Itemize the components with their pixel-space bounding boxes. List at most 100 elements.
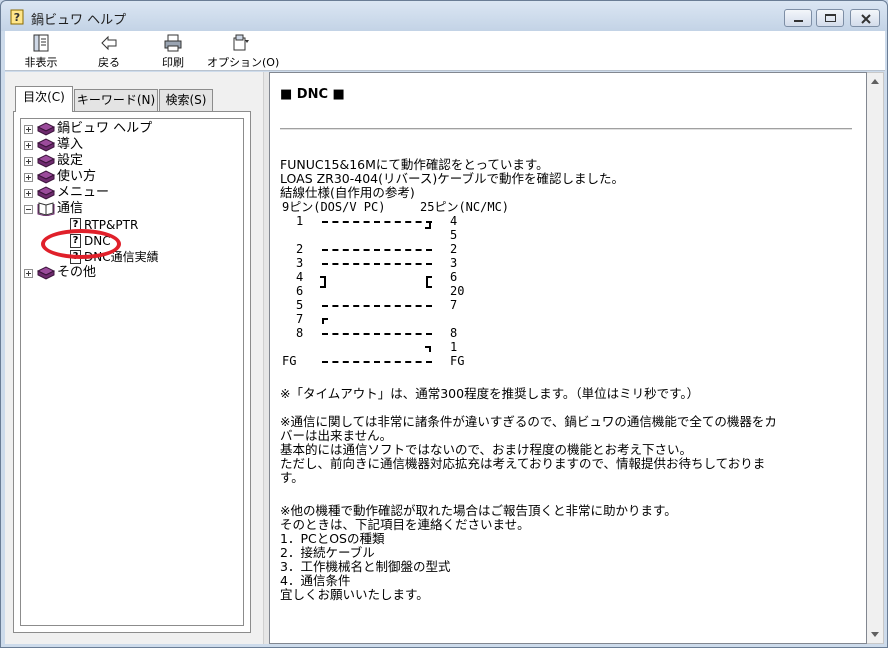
help-question-icon: ? bbox=[10, 9, 24, 25]
jumper-bracket bbox=[320, 276, 326, 288]
pin-label: 5 bbox=[296, 298, 304, 312]
collapse-icon[interactable] bbox=[24, 205, 33, 214]
pin-header-left: 9ピン(DOS/V PC) bbox=[282, 200, 386, 214]
tree-item-label: 通信 bbox=[57, 201, 84, 216]
hide-pane-icon bbox=[33, 34, 49, 52]
comm-note-line: バーは出来ません。 bbox=[280, 428, 393, 443]
topic-heading: ■ DNC ■ bbox=[280, 87, 345, 102]
window-title: 鍋ビュワ ヘルプ bbox=[31, 13, 127, 28]
tree-item-label: その他 bbox=[57, 265, 97, 280]
wire-line bbox=[322, 361, 432, 363]
tab-contents[interactable]: 目次(C) bbox=[15, 86, 73, 112]
book-closed-icon bbox=[37, 138, 55, 152]
wire-line bbox=[322, 249, 432, 251]
wire-line bbox=[322, 333, 432, 335]
pin-label: 7 bbox=[296, 312, 304, 326]
pin-label: 3 bbox=[450, 256, 458, 270]
scroll-up-icon[interactable] bbox=[871, 79, 879, 84]
comm-note-line: ※通信に関しては非常に諸条件が違いすぎるので、鍋ビュワの通信機能で全ての機器をカ bbox=[280, 414, 777, 429]
report-note-line: 宜しくお願いいたします。 bbox=[280, 587, 429, 602]
back-arrow-icon bbox=[101, 35, 117, 51]
pin-label: 2 bbox=[450, 242, 458, 256]
book-closed-icon bbox=[37, 154, 55, 168]
print-button[interactable]: 印刷 bbox=[155, 34, 191, 70]
expand-icon[interactable] bbox=[24, 141, 33, 150]
book-closed-icon bbox=[37, 186, 55, 200]
maximize-icon bbox=[825, 14, 836, 22]
hide-button-label: 非表示 bbox=[24, 56, 58, 69]
jumper-bracket bbox=[426, 276, 432, 288]
intro-line: 結線仕様(自作用の参考) bbox=[280, 185, 415, 200]
contents-tree: 鍋ビュワ ヘルプ 導入 設定 使い方 メニュー 通信 ? RTP&PTR ? D… bbox=[20, 118, 244, 626]
contents-panel: 鍋ビュワ ヘルプ 導入 設定 使い方 メニュー 通信 ? RTP&PTR ? D… bbox=[13, 111, 251, 633]
scroll-down-icon[interactable] bbox=[871, 632, 879, 637]
close-icon bbox=[861, 14, 871, 24]
tree-item-label: 使い方 bbox=[57, 169, 97, 184]
wire-line bbox=[322, 263, 432, 265]
pin-label: 1 bbox=[296, 214, 304, 228]
content-scrollbar[interactable] bbox=[867, 72, 884, 644]
tree-item-label: 設定 bbox=[57, 153, 84, 168]
intro-line: LOAS ZR30-404(リバース)ケーブルで動作を確認しました。 bbox=[280, 171, 624, 186]
report-note-line: そのときは、下記項目を連絡くださいませ。 bbox=[280, 517, 530, 532]
tree-item-label: 鍋ビュワ ヘルプ bbox=[57, 121, 153, 136]
print-button-label: 印刷 bbox=[162, 56, 184, 69]
pin-label: 6 bbox=[296, 284, 304, 298]
options-icon bbox=[233, 34, 249, 51]
pin-label: 4 bbox=[450, 214, 458, 228]
horizontal-rule bbox=[280, 128, 852, 130]
report-note-line: 3．工作機械名と制御盤の型式 bbox=[280, 559, 451, 574]
tab-keyword[interactable]: キーワード(N) bbox=[74, 89, 158, 111]
book-closed-icon bbox=[37, 170, 55, 184]
highlight-circle bbox=[41, 229, 121, 259]
expand-icon[interactable] bbox=[24, 269, 33, 278]
comm-note-line: す。 bbox=[280, 470, 304, 485]
timeout-note: ※「タイムアウト」は、通常300程度を推奨します。（単位はミリ秒です。） bbox=[280, 386, 700, 401]
pin-label: 20 bbox=[450, 284, 465, 298]
expand-icon[interactable] bbox=[24, 157, 33, 166]
pin-header-right: 25ピン(NC/MC) bbox=[420, 200, 510, 214]
report-note-line: 4．通信条件 bbox=[280, 573, 351, 588]
book-closed-icon bbox=[37, 122, 55, 136]
toolbar: 非表示 戻る 印刷 オプション(O) bbox=[5, 31, 885, 71]
options-button-label: オプション(O) bbox=[207, 56, 280, 69]
back-button-label: 戻る bbox=[98, 56, 120, 69]
pin-label: 5 bbox=[450, 228, 458, 242]
pin-label: 3 bbox=[296, 256, 304, 270]
topic-content: ■ DNC ■ FUNUC15&16Mにて動作確認をとっています。 LOAS Z… bbox=[269, 72, 867, 644]
comm-note-line: 基本的には通信ソフトではないので、おまけ程度の機能とお考え下さい。 bbox=[280, 442, 693, 457]
pin-label: 2 bbox=[296, 242, 304, 256]
jumper-corner bbox=[425, 346, 431, 352]
pin-label: 6 bbox=[450, 270, 458, 284]
pin-label: 8 bbox=[450, 326, 458, 340]
jumper-corner bbox=[425, 223, 431, 229]
navigation-pane: 目次(C) キーワード(N) 検索(S) 鍋ビュワ ヘルプ 導入 設定 使い方 … bbox=[5, 72, 263, 644]
intro-line: FUNUC15&16Mにて動作確認をとっています。 bbox=[280, 157, 549, 172]
tree-item-label: 導入 bbox=[57, 137, 84, 152]
minimize-icon bbox=[794, 20, 803, 22]
maximize-button[interactable] bbox=[816, 9, 844, 27]
hide-button[interactable]: 非表示 bbox=[19, 34, 63, 70]
expand-icon[interactable] bbox=[24, 173, 33, 182]
options-button[interactable]: オプション(O) bbox=[207, 34, 280, 70]
report-note-line: ※他の機種で動作確認が取れた場合はご報告頂くと非常に助かります。 bbox=[280, 503, 677, 518]
help-window: ? 鍋ビュワ ヘルプ 非表示 戻る 印刷 オプション(O) 目次(C) キーワー… bbox=[0, 0, 888, 648]
pin-label: FG bbox=[450, 354, 465, 368]
back-button[interactable]: 戻る bbox=[91, 34, 127, 70]
report-note-line: 1．PCとOSの種類 bbox=[280, 531, 385, 546]
tree-item-label: メニュー bbox=[57, 185, 110, 200]
book-closed-icon bbox=[37, 266, 55, 280]
expand-icon[interactable] bbox=[24, 189, 33, 198]
close-button[interactable] bbox=[850, 9, 880, 27]
minimize-button[interactable] bbox=[784, 9, 812, 27]
tab-search[interactable]: 検索(S) bbox=[159, 89, 213, 111]
expand-icon[interactable] bbox=[24, 125, 33, 134]
jumper-corner bbox=[322, 318, 328, 324]
pin-label: 4 bbox=[296, 270, 304, 284]
report-note-line: 2．接続ケーブル bbox=[280, 545, 375, 560]
wire-line bbox=[322, 305, 432, 307]
title-bar[interactable]: ? 鍋ビュワ ヘルプ bbox=[1, 1, 887, 31]
pin-label: 7 bbox=[450, 298, 458, 312]
wire-line bbox=[322, 221, 432, 223]
comm-note-line: ただし、前向きに通信機器対応拡充は考えておりますので、情報提供お待ちしておりま bbox=[280, 456, 766, 471]
